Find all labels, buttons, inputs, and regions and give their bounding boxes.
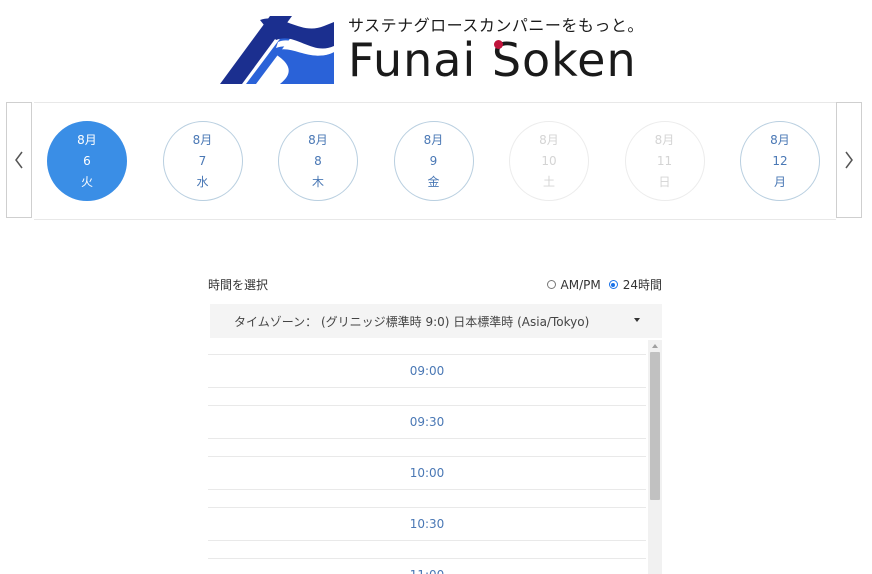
format-option-label: AM/PM bbox=[560, 277, 601, 292]
time-slot-list: 09:00 09:30 10:00 10:30 11:00 bbox=[208, 346, 648, 574]
time-slot[interactable]: 10:30 bbox=[208, 507, 646, 541]
next-dates-button[interactable] bbox=[836, 102, 862, 218]
radio-24h-icon bbox=[608, 280, 618, 289]
date-day: 12 bbox=[772, 153, 788, 168]
date-option[interactable]: 8月 8 木 bbox=[278, 121, 358, 201]
time-selection-panel: 時間を選択 AM/PM 24時間 タイムゾーン： (グリニッジ標準時 9:0) … bbox=[208, 270, 664, 574]
date-month: 8月 bbox=[423, 132, 444, 147]
radio-ampm-icon bbox=[546, 280, 556, 289]
format-option-label: 24時間 bbox=[622, 278, 662, 292]
format-option-24h[interactable]: 24時間 bbox=[608, 276, 662, 293]
date-day: 6 bbox=[83, 153, 91, 168]
date-month: 8月 bbox=[654, 132, 675, 147]
scroll-thumb[interactable] bbox=[650, 352, 660, 500]
chevron-right-icon bbox=[845, 151, 853, 169]
date-day: 10 bbox=[541, 153, 557, 168]
date-weekday: 日 bbox=[658, 174, 671, 189]
date-option: 8月 10 土 bbox=[509, 121, 589, 201]
date-month: 8月 bbox=[77, 132, 97, 147]
date-weekday: 金 bbox=[427, 174, 440, 189]
time-slot[interactable]: 09:30 bbox=[208, 405, 646, 439]
brand-logo: サステナグロースカンパニーをもっと。 Funai Soken bbox=[220, 10, 660, 87]
caret-down-icon bbox=[634, 318, 640, 322]
date-day: 7 bbox=[198, 153, 207, 168]
time-slot[interactable]: 09:00 bbox=[208, 354, 646, 388]
time-slot[interactable]: 11:00 bbox=[208, 558, 646, 574]
date-option[interactable]: 8月 9 金 bbox=[393, 121, 474, 201]
timezone-value: タイムゾーン： (グリニッジ標準時 9:0) 日本標準時 (Asia/Tokyo… bbox=[234, 314, 590, 329]
date-month: 8月 bbox=[539, 132, 559, 147]
prev-dates-button[interactable] bbox=[6, 102, 32, 218]
time-slot[interactable]: 10:00 bbox=[208, 456, 646, 490]
date-carousel: 8月 6 火 8月 7 水 8月 8 木 8月 9 金 8月 10 土 8月 11 日 8月 12 月 bbox=[6, 102, 864, 220]
chevron-left-icon bbox=[15, 151, 23, 169]
date-option[interactable]: 8月 7 水 bbox=[162, 121, 243, 201]
date-track: 8月 6 火 8月 7 水 8月 8 木 8月 9 金 8月 10 土 8月 11 日 8月 12 月 bbox=[34, 102, 836, 220]
funai-soken-logo-mark-icon bbox=[220, 16, 334, 84]
date-weekday: 水 bbox=[196, 174, 209, 189]
scroll-up-arrow-icon[interactable] bbox=[652, 344, 658, 348]
date-weekday: 木 bbox=[311, 174, 324, 189]
format-option-ampm[interactable]: AM/PM bbox=[546, 277, 601, 292]
date-weekday: 火 bbox=[80, 174, 93, 189]
time-format-toggle: AM/PM 24時間 bbox=[539, 276, 662, 293]
date-option: 8月 11 日 bbox=[624, 121, 705, 201]
date-option[interactable]: 8月 12 月 bbox=[740, 121, 820, 201]
brand-accent-dot bbox=[494, 40, 503, 49]
time-select-label: 時間を選択 bbox=[208, 278, 269, 292]
date-month: 8月 bbox=[770, 132, 790, 147]
date-weekday: 土 bbox=[542, 174, 555, 189]
time-slot-scrollbar[interactable] bbox=[648, 340, 662, 574]
date-day: 9 bbox=[429, 153, 438, 168]
booking-page: サステナグロースカンパニーをもっと。 Funai Soken 8月 6 火 8月 7 水 8… bbox=[0, 0, 872, 574]
timezone-select[interactable]: タイムゾーン： (グリニッジ標準時 9:0) 日本標準時 (Asia/Tokyo… bbox=[210, 304, 662, 338]
date-day: 11 bbox=[656, 153, 673, 168]
date-day: 8 bbox=[314, 153, 322, 168]
date-option[interactable]: 8月 6 火 bbox=[47, 121, 127, 201]
date-month: 8月 bbox=[192, 132, 213, 147]
date-month: 8月 bbox=[308, 132, 328, 147]
date-weekday: 月 bbox=[773, 174, 786, 189]
brand-wordmark: Funai Soken bbox=[348, 33, 637, 87]
